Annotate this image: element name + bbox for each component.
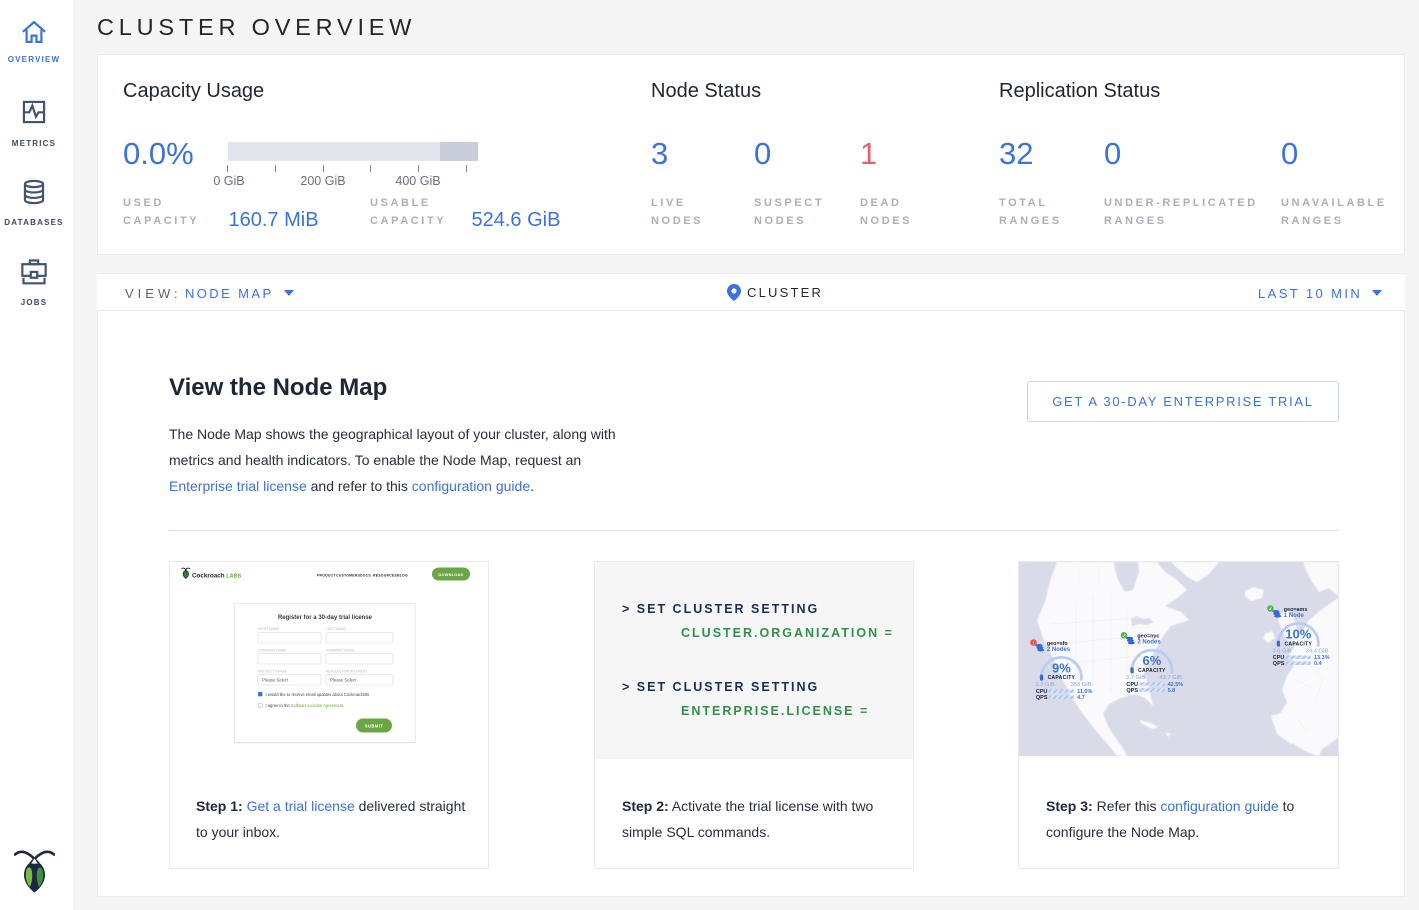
svg-text:43.7 GiB: 43.7 GiB	[1159, 675, 1182, 681]
svg-text:geo=nyc: geo=nyc	[1137, 634, 1159, 640]
svg-text:Register for a 30-day trial li: Register for a 30-day trial license	[278, 615, 373, 621]
svg-text:DOWNLOAD: DOWNLOAD	[438, 573, 463, 577]
svg-text:QPS: QPS	[1273, 661, 1285, 667]
svg-text:10%: 10%	[1285, 627, 1311, 642]
svg-text:SUBMIT: SUBMIT	[365, 723, 383, 728]
svg-text:FIRST NAME: FIRST NAME	[258, 627, 280, 631]
svg-text:✓: ✓	[1122, 633, 1126, 639]
svg-text:Please Select: Please Select	[330, 678, 357, 683]
svg-text:COMPANY EMAIL: COMPANY EMAIL	[326, 649, 355, 653]
svg-text:I would like to receive email: I would like to receive email updates ab…	[266, 692, 371, 697]
svg-text:2 Nodes: 2 Nodes	[1137, 640, 1161, 646]
svg-text:3.2 GiB: 3.2 GiB	[1035, 682, 1054, 688]
svg-text:CAPACITY: CAPACITY	[1285, 641, 1313, 647]
svg-text:CAPACITY: CAPACITY	[1138, 668, 1166, 674]
svg-text:✓: ✓	[1268, 607, 1272, 613]
svg-text:4.7: 4.7	[1077, 695, 1085, 701]
svg-text:RESOURCES: RESOURCES	[373, 574, 397, 578]
svg-text:REASON FOR INTEREST: REASON FOR INTEREST	[326, 670, 368, 674]
svg-text:geo=sfo: geo=sfo	[1047, 641, 1069, 647]
svg-text:34.4 GiB: 34.4 GiB	[1306, 648, 1329, 654]
svg-text:geo=ams: geo=ams	[1284, 607, 1308, 613]
svg-text:CUSTOMERS: CUSTOMERS	[336, 574, 361, 578]
svg-text:Cockroach LABS: Cockroach LABS	[192, 573, 242, 580]
svg-text:Please Select: Please Select	[262, 678, 289, 683]
svg-text:0.4: 0.4	[1314, 661, 1323, 667]
svg-text:LAST NAME: LAST NAME	[326, 627, 346, 631]
svg-text:BLOG: BLOG	[397, 574, 408, 578]
svg-text:CAPACITY: CAPACITY	[1048, 675, 1076, 681]
svg-text:I agree to the Software Licens: I agree to the Software License Agreemen…	[266, 703, 345, 708]
svg-text:3.6 GiB: 3.6 GiB	[1272, 648, 1291, 654]
svg-text:COMPANY NAME: COMPANY NAME	[258, 649, 287, 653]
svg-text:3.7 GiB: 3.7 GiB	[1126, 675, 1145, 681]
svg-text:353 GiB: 353 GiB	[1070, 682, 1091, 688]
svg-text:QPS: QPS	[1036, 695, 1048, 701]
svg-text:1 Node: 1 Node	[1284, 613, 1305, 619]
svg-text:DOCS: DOCS	[360, 574, 371, 578]
svg-text:5.8: 5.8	[1168, 688, 1176, 694]
svg-text:9%: 9%	[1052, 660, 1071, 675]
svg-text:PROJECT PHASE: PROJECT PHASE	[258, 670, 288, 674]
svg-text:6%: 6%	[1143, 653, 1162, 668]
svg-text:2 Nodes: 2 Nodes	[1047, 647, 1071, 653]
svg-text:PRODUCT: PRODUCT	[317, 574, 336, 578]
svg-text:QPS: QPS	[1126, 688, 1138, 694]
